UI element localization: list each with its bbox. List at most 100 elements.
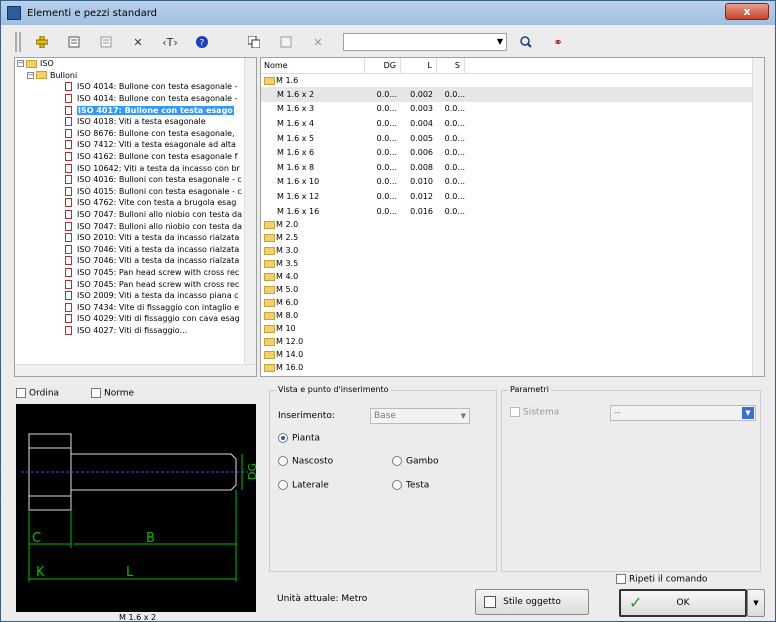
help-icon[interactable]: ? — [191, 32, 213, 52]
tree-item[interactable]: ISO 4016: Bulloni con testa esagonale - … — [15, 174, 256, 186]
binoculars-icon[interactable]: ⚭ — [547, 32, 569, 52]
list-cell-name: M 1.6 x 8 — [277, 162, 315, 172]
radio-nascosto-label: Nascosto — [292, 456, 334, 467]
list-group[interactable]: M 8.0 — [261, 309, 764, 322]
ordina-checkbox[interactable] — [16, 388, 26, 398]
tree-vertical-scrollbar[interactable] — [244, 58, 256, 376]
add-icon[interactable] — [31, 32, 53, 52]
col-nome[interactable]: Nome — [261, 58, 365, 73]
tree-item[interactable]: ISO 8676: Bullone con testa esagonale, — [15, 128, 256, 140]
list-group[interactable]: M 3.5 — [261, 257, 764, 270]
list-row[interactable]: M 1.6 x 16 0.0... 0.016 0.0... — [261, 204, 764, 219]
tree-item[interactable]: ISO 7412: Viti a testa esagonale ad alta — [15, 139, 256, 151]
tree-item[interactable]: ISO 7047: Bulloni allo niobio con testa … — [15, 209, 256, 221]
col-dg[interactable]: DG — [365, 58, 401, 73]
tree-item[interactable]: ISO 7047: Bulloni allo niobio con testa … — [15, 220, 256, 232]
catalog-tree[interactable]: − ISO − Bulloni ISO 4014: Bullone con test… — [14, 57, 257, 377]
collapse-icon[interactable]: − — [17, 60, 24, 68]
text-icon[interactable]: ‹T› — [159, 32, 181, 52]
radio-nascosto-dot[interactable] — [278, 456, 288, 466]
tree-item[interactable]: ISO 4014: Bullone con testa esagonale - — [15, 93, 256, 105]
tree-item[interactable]: ISO 4018: Viti a testa esagonale — [15, 116, 256, 128]
tree-item[interactable]: ISO 4762: Vite con testa a brugola esag — [15, 197, 256, 209]
search-combo[interactable]: ▼ — [343, 33, 507, 51]
chevron-down-icon[interactable]: ▼ — [497, 37, 503, 46]
radio-pianta[interactable]: Pianta — [278, 433, 320, 444]
list-group[interactable]: M 2.0 — [261, 218, 764, 231]
repeat-option[interactable]: Ripeti il comando — [616, 574, 707, 585]
ordina-option[interactable]: Ordina — [16, 388, 59, 399]
list-vertical-scrollbar[interactable] — [752, 58, 764, 376]
tree-item[interactable]: ISO 2010: Viti a testa da incasso rialza… — [15, 232, 256, 244]
tree-node-group[interactable]: − Bulloni — [15, 70, 256, 82]
list-row[interactable]: M 1.6 x 10 0.0... 0.010 0.0... — [261, 175, 764, 190]
radio-testa-label: Testa — [406, 480, 430, 491]
list-group[interactable]: M 4.0 — [261, 270, 764, 283]
search-icon[interactable] — [515, 32, 537, 52]
tree-item[interactable]: ISO 4017: Bullone con testa esago — [15, 104, 256, 116]
copy-icon[interactable] — [243, 32, 265, 52]
tree-item-label: ISO 4016: Bulloni con testa esagonale - … — [77, 175, 242, 185]
tree-item[interactable]: ISO 7045: Pan head screw with cross rec — [15, 267, 256, 279]
list-row[interactable]: M 1.6 x 8 0.0... 0.008 0.0... — [261, 160, 764, 175]
radio-laterale-dot[interactable] — [278, 480, 288, 490]
sistema-select[interactable]: -- ▼ — [610, 405, 756, 421]
insert-select[interactable]: Base ▼ — [370, 408, 470, 424]
sistema-checkbox[interactable] — [510, 407, 520, 417]
properties-icon[interactable] — [63, 32, 85, 52]
list-group[interactable]: M 12.0 — [261, 335, 764, 348]
tree-item[interactable]: ISO 4015: Bulloni con testa esagonale - … — [15, 186, 256, 198]
close-button[interactable]: x — [725, 3, 769, 20]
radio-pianta-dot[interactable] — [278, 433, 288, 443]
list-group[interactable]: M 6.0 — [261, 296, 764, 309]
col-s[interactable]: S — [437, 58, 465, 73]
list-row[interactable]: M 1.6 x 5 0.0... 0.005 0.0... — [261, 131, 764, 146]
toolbar-grip[interactable] — [15, 32, 21, 52]
radio-gambo-dot[interactable] — [392, 456, 402, 466]
list-group[interactable]: M 2.5 — [261, 231, 764, 244]
list-group[interactable]: M 10 — [261, 322, 764, 335]
sistema-option[interactable]: Sistema — [510, 407, 559, 418]
norme-option[interactable]: Norme — [91, 388, 134, 399]
ok-button[interactable]: ✓ OK — [619, 589, 747, 617]
list-group[interactable]: M 14.0 — [261, 348, 764, 361]
list-icon[interactable] — [95, 32, 117, 52]
radio-laterale[interactable]: Laterale — [278, 480, 329, 491]
list-group[interactable]: M 3.0 — [261, 244, 764, 257]
tree-item[interactable]: ISO 4027: Viti di fissaggio... — [15, 325, 256, 337]
tree-item-label: ISO 4017: Bullone con testa esago — [77, 105, 234, 115]
repeat-checkbox[interactable] — [616, 574, 626, 584]
radio-nascosto[interactable]: Nascosto — [278, 456, 333, 467]
radio-gambo[interactable]: Gambo — [392, 456, 438, 467]
tree-item[interactable]: ISO 2009: Viti a testa da incasso piana … — [15, 290, 256, 302]
col-l[interactable]: L — [401, 58, 437, 73]
tree-item[interactable]: ISO 4014: Bullone con testa esagonale - — [15, 81, 256, 93]
list-row[interactable]: M 1.6 x 12 0.0... 0.012 0.0... — [261, 189, 764, 204]
tree-item[interactable]: ISO 4162: Bullone con testa esagonale f — [15, 151, 256, 163]
list-group[interactable]: M 5.0 — [261, 283, 764, 296]
tree-horizontal-scrollbar[interactable] — [15, 364, 256, 376]
size-list[interactable]: Nome DG L S M 1.6 M 1.6 x 2 0.0... 0.002 0.… — [260, 57, 765, 377]
tools-icon[interactable]: ✕ — [127, 32, 149, 52]
tree-node-root[interactable]: − ISO — [15, 58, 256, 70]
delete-icon[interactable]: ✕ — [307, 32, 329, 52]
norme-checkbox[interactable] — [91, 388, 101, 398]
ok-dropdown-button[interactable]: ▼ — [747, 589, 765, 617]
tree-item[interactable]: ISO 10642: Viti a testa da incasso con b… — [15, 162, 256, 174]
tree-item[interactable]: ISO 7046: Viti a testa da incasso rialza… — [15, 244, 256, 256]
collapse-icon[interactable]: − — [27, 71, 34, 79]
grid-icon[interactable] — [275, 32, 297, 52]
list-row[interactable]: M 1.6 x 6 0.0... 0.006 0.0... — [261, 145, 764, 160]
tree-item[interactable]: ISO 4029: Viti di fissaggio con cava esa… — [15, 313, 256, 325]
tree-item[interactable]: ISO 7434: Vite di fissaggio con intaglio… — [15, 301, 256, 313]
radio-testa[interactable]: Testa — [392, 480, 429, 491]
radio-testa-dot[interactable] — [392, 480, 402, 490]
list-row[interactable]: M 1.6 x 3 0.0... 0.003 0.0... — [261, 102, 764, 117]
tree-item[interactable]: ISO 7046: Viti a testa da incasso rialza… — [15, 255, 256, 267]
list-row[interactable]: M 1.6 x 2 0.0... 0.002 0.0... — [261, 87, 764, 102]
list-group[interactable]: M 16.0 — [261, 361, 764, 374]
list-group-open[interactable]: M 1.6 — [261, 74, 764, 87]
list-row[interactable]: M 1.6 x 4 0.0... 0.004 0.0... — [261, 116, 764, 131]
style-button[interactable]: Stile oggetto — [475, 589, 589, 615]
tree-item[interactable]: ISO 7045: Pan head screw with cross rec — [15, 278, 256, 290]
